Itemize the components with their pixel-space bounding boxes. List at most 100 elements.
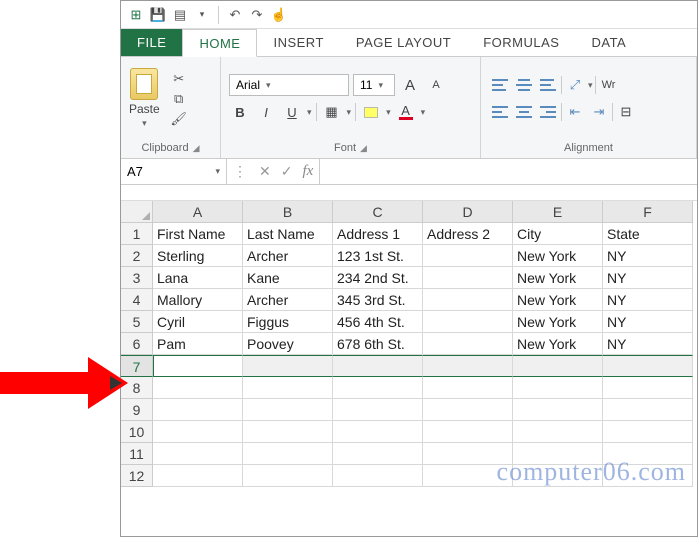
row-header[interactable]: 1 xyxy=(121,223,153,245)
cell[interactable] xyxy=(513,377,603,399)
align-center-icon[interactable] xyxy=(513,101,535,123)
cell[interactable]: 678 6th St. xyxy=(333,333,423,355)
cell[interactable] xyxy=(243,443,333,465)
row-header[interactable]: 4 xyxy=(121,289,153,311)
copy-icon[interactable]: ⧉ xyxy=(170,91,188,107)
cell[interactable]: First Name xyxy=(153,223,243,245)
row-header[interactable]: 12 xyxy=(121,465,153,487)
row-header[interactable]: 2 xyxy=(121,245,153,267)
cell[interactable] xyxy=(603,443,693,465)
qat-dropdown-icon[interactable]: ▾ xyxy=(193,6,211,24)
chevron-down-icon[interactable]: ▾ xyxy=(347,107,352,118)
cell[interactable] xyxy=(423,399,513,421)
cell[interactable]: 345 3rd St. xyxy=(333,289,423,311)
shrink-font-icon[interactable]: A xyxy=(425,74,447,96)
cell[interactable] xyxy=(333,377,423,399)
name-box[interactable]: A7▾ xyxy=(121,159,227,184)
cell[interactable] xyxy=(603,377,693,399)
cell[interactable] xyxy=(423,311,513,333)
paste-icon[interactable] xyxy=(130,68,158,100)
cell[interactable] xyxy=(333,465,423,487)
paste-button[interactable]: Paste xyxy=(129,102,160,116)
save-icon[interactable]: 💾 xyxy=(149,6,167,24)
chevron-down-icon[interactable]: ▾ xyxy=(421,107,426,118)
format-painter-icon[interactable]: 🖌 xyxy=(170,111,188,127)
cell[interactable]: Figgus xyxy=(243,311,333,333)
cell[interactable]: New York xyxy=(513,311,603,333)
cell[interactable] xyxy=(513,355,603,377)
cell[interactable] xyxy=(513,421,603,443)
cell[interactable]: City xyxy=(513,223,603,245)
orientation-icon[interactable]: ⤢ xyxy=(564,74,586,96)
cell[interactable]: Mallory xyxy=(153,289,243,311)
cancel-icon[interactable]: ✕ xyxy=(259,163,271,180)
cell[interactable] xyxy=(153,355,243,377)
font-size-combo[interactable]: 11▾ xyxy=(353,74,395,96)
underline-button[interactable]: U xyxy=(281,101,303,123)
column-header[interactable]: D xyxy=(423,201,513,223)
paste-dropdown-icon[interactable]: ▾ xyxy=(142,118,147,129)
cell[interactable] xyxy=(333,399,423,421)
cell[interactable] xyxy=(423,289,513,311)
tab-data[interactable]: DATA xyxy=(575,29,642,56)
cell[interactable]: Address 1 xyxy=(333,223,423,245)
align-top-icon[interactable] xyxy=(489,74,511,96)
cell[interactable]: Pam xyxy=(153,333,243,355)
launcher-icon[interactable]: ◢ xyxy=(360,143,367,154)
cell[interactable]: State xyxy=(603,223,693,245)
cell[interactable]: Address 2 xyxy=(423,223,513,245)
select-all-corner[interactable] xyxy=(121,201,153,223)
cell[interactable] xyxy=(423,355,513,377)
chevron-down-icon[interactable]: ▾ xyxy=(588,80,593,91)
cell[interactable]: Poovey xyxy=(243,333,333,355)
merge-icon[interactable]: ⊟ xyxy=(615,101,637,123)
redo-icon[interactable]: ↷ xyxy=(248,6,266,24)
cell[interactable]: NY xyxy=(603,311,693,333)
tab-insert[interactable]: INSERT xyxy=(257,29,339,56)
cell[interactable] xyxy=(153,465,243,487)
column-header[interactable]: C xyxy=(333,201,423,223)
cell[interactable]: NY xyxy=(603,267,693,289)
column-header[interactable]: E xyxy=(513,201,603,223)
chevron-down-icon[interactable]: ▾ xyxy=(386,107,391,118)
cell[interactable] xyxy=(333,443,423,465)
cell[interactable]: New York xyxy=(513,245,603,267)
cell[interactable]: Archer xyxy=(243,245,333,267)
row-header[interactable]: 11 xyxy=(121,443,153,465)
align-right-icon[interactable] xyxy=(537,101,559,123)
launcher-icon[interactable]: ◢ xyxy=(193,143,200,154)
cell[interactable] xyxy=(153,377,243,399)
cell[interactable] xyxy=(513,399,603,421)
cell[interactable]: Last Name xyxy=(243,223,333,245)
tab-formulas[interactable]: FORMULAS xyxy=(467,29,575,56)
fill-color-icon[interactable] xyxy=(360,101,382,123)
cell[interactable]: Lana xyxy=(153,267,243,289)
cell[interactable] xyxy=(333,355,423,377)
spreadsheet-grid[interactable]: ABCDEF1First NameLast NameAddress 1Addre… xyxy=(121,201,697,487)
cell[interactable]: NY xyxy=(603,245,693,267)
cell[interactable]: Sterling xyxy=(153,245,243,267)
cell[interactable]: 234 2nd St. xyxy=(333,267,423,289)
tab-page-layout[interactable]: PAGE LAYOUT xyxy=(340,29,467,56)
align-left-icon[interactable] xyxy=(489,101,511,123)
column-header[interactable]: F xyxy=(603,201,693,223)
cell[interactable] xyxy=(153,399,243,421)
tab-home[interactable]: HOME xyxy=(182,29,257,57)
cell[interactable] xyxy=(153,421,243,443)
bold-button[interactable]: B xyxy=(229,101,251,123)
cell[interactable]: NY xyxy=(603,333,693,355)
cell[interactable]: 456 4th St. xyxy=(333,311,423,333)
cell[interactable] xyxy=(243,421,333,443)
cell[interactable]: Cyril xyxy=(153,311,243,333)
row-header[interactable]: 3 xyxy=(121,267,153,289)
cut-icon[interactable]: ✂ xyxy=(170,71,188,87)
row-header[interactable]: 10 xyxy=(121,421,153,443)
cell[interactable] xyxy=(423,333,513,355)
cell[interactable] xyxy=(513,465,603,487)
cell[interactable] xyxy=(603,355,693,377)
cell[interactable] xyxy=(243,465,333,487)
cell[interactable] xyxy=(423,245,513,267)
tab-file[interactable]: FILE xyxy=(121,29,182,56)
row-header[interactable]: 5 xyxy=(121,311,153,333)
cell[interactable] xyxy=(243,355,333,377)
